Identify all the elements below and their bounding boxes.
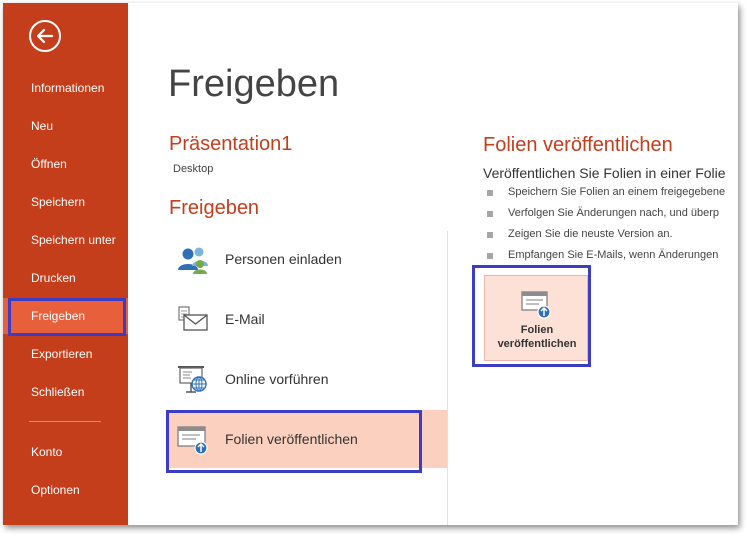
sidebar-item-neu[interactable]: Neu — [3, 108, 128, 144]
sidebar-item-schliessen[interactable]: Schließen — [3, 374, 128, 410]
share-option-label: Folien veröffentlichen — [225, 431, 358, 447]
bullet-square-icon — [487, 190, 493, 196]
sidebar-item-exportieren[interactable]: Exportieren — [3, 336, 128, 372]
share-option-present-online[interactable]: Online vorführen — [166, 350, 447, 408]
share-option-label: Personen einladen — [225, 251, 342, 267]
detail-bullet-text: Verfolgen Sie Änderungen nach, und überp — [508, 207, 719, 219]
share-option-email[interactable]: E-Mail — [166, 290, 447, 348]
column-divider — [447, 231, 448, 525]
publish-slides-button-label: Folien veröffentlichen — [485, 323, 589, 351]
back-button[interactable] — [29, 20, 61, 52]
sidebar-item-optionen[interactable]: Optionen — [3, 472, 128, 508]
people-icon — [178, 247, 208, 274]
sidebar-item-speichern[interactable]: Speichern — [3, 184, 128, 220]
backstage-window: Informationen Neu Öffnen Speichern Speic… — [3, 3, 738, 525]
detail-bullet-text: Speichern Sie Folien an einem freigegebe… — [508, 186, 726, 198]
sidebar-divider — [29, 421, 101, 422]
share-option-label: Online vorführen — [225, 371, 329, 387]
sidebar-item-informationen[interactable]: Informationen — [3, 70, 128, 106]
publish-button-line1: Folien — [520, 324, 554, 336]
sidebar-item-oeffnen[interactable]: Öffnen — [3, 146, 128, 182]
share-section-title: Freigeben — [169, 197, 260, 219]
publish-slides-button[interactable]: Folien veröffentlichen — [484, 275, 588, 361]
presentation-location: Desktop — [173, 163, 214, 175]
present-online-icon — [178, 366, 207, 393]
sidebar-item-konto[interactable]: Konto — [3, 434, 128, 470]
bullet-square-icon — [487, 211, 493, 217]
bullet-square-icon — [487, 232, 493, 238]
sidebar-item-freigeben[interactable]: Freigeben — [3, 298, 128, 334]
share-option-invite-people[interactable]: Personen einladen — [166, 230, 447, 288]
share-option-label: E-Mail — [225, 311, 265, 327]
sidebar-item-speichern-unter[interactable]: Speichern unter — [3, 222, 128, 258]
detail-subtitle: Veröffentlichen Sie Folien in einer Foli… — [483, 165, 726, 181]
detail-bullet-text: Empfangen Sie E-Mails, wenn Änderungen — [508, 249, 719, 261]
backstage-sidebar: Informationen Neu Öffnen Speichern Speic… — [3, 3, 128, 525]
publish-button-line2: veröffentlichen — [497, 338, 577, 350]
sidebar-item-drucken[interactable]: Drucken — [3, 260, 128, 296]
back-arrow-icon — [36, 28, 54, 44]
email-icon — [178, 306, 208, 331]
page-title: Freigeben — [168, 63, 340, 105]
presentation-name: Präsentation1 — [169, 133, 293, 155]
bullet-square-icon — [487, 253, 493, 259]
publish-slides-icon — [177, 426, 208, 455]
detail-bullet-text: Zeigen Sie die neuste Version an. — [508, 228, 673, 240]
detail-title: Folien veröffentlichen — [483, 134, 673, 156]
publish-slides-icon — [521, 291, 551, 319]
share-option-publish-slides[interactable]: Folien veröffentlichen — [166, 410, 447, 468]
